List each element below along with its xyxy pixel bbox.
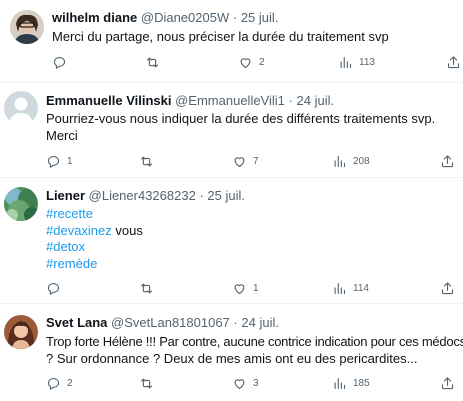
like-count: 2: [259, 56, 265, 68]
like-button[interactable]: 7: [232, 153, 259, 169]
reply-button[interactable]: 1: [46, 153, 73, 169]
hashtag-link[interactable]: #remède: [46, 256, 97, 271]
views-icon: [334, 282, 346, 294]
share-button[interactable]: [440, 153, 455, 169]
tweet-date[interactable]: 25 juil.: [241, 10, 279, 25]
like-button[interactable]: 3: [232, 375, 259, 391]
share-icon: [447, 55, 460, 68]
tweet-actions: 1 7 208: [46, 153, 455, 169]
separator-dot: ·: [288, 93, 293, 108]
like-button[interactable]: 1: [232, 280, 259, 296]
tweet-text-line: Merci: [46, 127, 78, 143]
reply-count: 2: [67, 377, 73, 389]
tweet-header: wilhelm diane @Diane0205W · 25 juil.: [52, 10, 278, 25]
tweet[interactable]: Emmanuelle Vilinski @EmmanuelleVili1 · 2…: [0, 83, 463, 177]
user-handle[interactable]: @Liener43268232: [89, 188, 196, 203]
tweet[interactable]: wilhelm diane @Diane0205W · 25 juil. Mer…: [0, 0, 463, 82]
tweet-actions: 2 3 185: [46, 375, 455, 391]
views-count: 208: [353, 155, 370, 167]
avatar[interactable]: [4, 187, 38, 221]
reply-count: 1: [67, 155, 73, 167]
display-name[interactable]: wilhelm diane: [52, 10, 137, 25]
reply-button[interactable]: 2: [46, 375, 73, 391]
tweet-date[interactable]: 24 juil.: [241, 315, 279, 330]
tweet-actions: 2 113: [52, 54, 460, 70]
views-icon: [340, 56, 352, 68]
reply-button[interactable]: [46, 280, 67, 296]
separator-dot: ·: [233, 315, 238, 330]
share-icon: [441, 154, 454, 167]
avatar[interactable]: [4, 91, 38, 125]
hashtag-link[interactable]: #detox: [46, 239, 85, 254]
user-handle[interactable]: @EmmanuelleVili1: [175, 93, 285, 108]
reply-button[interactable]: [52, 54, 73, 70]
tweet-header: Liener @Liener43268232 · 25 juil.: [46, 188, 245, 203]
tweet-header: Emmanuelle Vilinski @EmmanuelleVili1 · 2…: [46, 93, 334, 108]
views-count: 113: [359, 56, 375, 68]
user-handle[interactable]: @Diane0205W: [141, 10, 229, 25]
retweet-icon: [140, 156, 153, 166]
like-icon: [234, 378, 245, 389]
tweet-text: Trop forte Hélène !!! Par contre, aucune…: [46, 334, 463, 367]
share-button[interactable]: [440, 280, 455, 296]
retweet-button[interactable]: [139, 375, 160, 391]
tweet-actions: 1 114: [46, 280, 455, 296]
tweet-text-line: Merci du partage, nous préciser la durée…: [52, 29, 389, 44]
reply-icon: [47, 377, 60, 390]
tweet[interactable]: Liener @Liener43268232 · 25 juil. #recet…: [0, 178, 463, 300]
views-icon: [334, 377, 346, 389]
reply-icon: [47, 155, 60, 168]
like-icon: [234, 156, 245, 167]
tweet-text: #recette #devaxinez vous #detox #remède: [46, 206, 143, 272]
user-handle[interactable]: @SvetLan81801067: [111, 315, 230, 330]
views-count: 185: [353, 377, 370, 389]
share-icon: [441, 376, 454, 389]
retweet-button[interactable]: [139, 153, 160, 169]
share-button[interactable]: [440, 375, 455, 391]
avatar[interactable]: [10, 10, 44, 44]
tweet[interactable]: Svet Lana @SvetLan81801067 · 24 juil. Tr…: [0, 304, 463, 401]
views-button[interactable]: 113: [338, 54, 375, 70]
retweet-icon: [140, 378, 153, 388]
views-icon: [334, 155, 346, 167]
views-button[interactable]: 114: [332, 280, 369, 296]
retweet-icon: [146, 57, 159, 67]
like-count: 1: [253, 282, 259, 294]
views-button[interactable]: 208: [332, 153, 370, 169]
tweet-text: Pourriez-vous nous indiquer la durée des…: [46, 111, 435, 144]
display-name[interactable]: Emmanuelle Vilinski: [46, 93, 171, 108]
share-icon: [441, 281, 454, 294]
tweet-text-line: ? Sur ordonnance ? Deux de mes amis ont …: [46, 350, 418, 366]
share-button[interactable]: [446, 54, 461, 70]
views-count: 114: [353, 282, 369, 294]
reply-icon: [47, 282, 60, 295]
display-name[interactable]: Liener: [46, 188, 85, 203]
tweet-header: Svet Lana @SvetLan81801067 · 24 juil.: [46, 315, 279, 330]
retweet-button[interactable]: [139, 280, 160, 296]
views-button[interactable]: 185: [332, 375, 370, 391]
tweet-date[interactable]: 24 juil.: [297, 93, 335, 108]
hashtag-link[interactable]: #recette: [46, 206, 93, 221]
tweet-text: Merci du partage, nous préciser la durée…: [52, 29, 389, 46]
reply-icon: [53, 56, 66, 69]
display-name[interactable]: Svet Lana: [46, 315, 107, 330]
separator-dot: ·: [232, 10, 238, 25]
retweet-icon: [140, 283, 153, 293]
retweet-button[interactable]: [145, 54, 166, 70]
tweet-text-fragment: vous: [111, 222, 143, 238]
like-count: 7: [253, 155, 259, 167]
like-icon: [234, 283, 245, 294]
tweet-text-line: Pourriez-vous nous indiquer la durée des…: [46, 111, 436, 126]
like-button[interactable]: 2: [238, 54, 265, 70]
separator-dot: ·: [199, 188, 204, 203]
like-count: 3: [253, 377, 259, 389]
tweet-date[interactable]: 25 juil.: [207, 188, 245, 203]
like-icon: [240, 57, 251, 68]
avatar[interactable]: [4, 315, 38, 349]
hashtag-link[interactable]: #devaxinez: [46, 223, 112, 238]
tweet-text-line: Trop forte Hélène !!! Par contre, aucune…: [46, 334, 463, 349]
